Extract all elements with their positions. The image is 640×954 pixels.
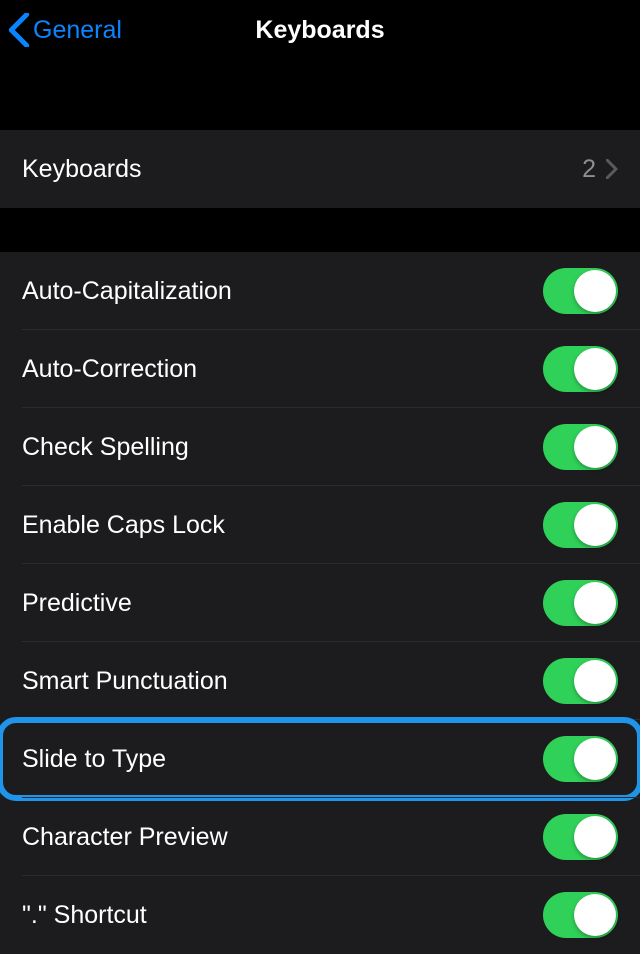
row-label-period-shortcut: "." Shortcut xyxy=(22,901,147,930)
row-keyboards[interactable]: Keyboards 2 xyxy=(0,130,640,208)
row-label-check-spelling: Check Spelling xyxy=(22,433,189,462)
back-label: General xyxy=(33,16,122,45)
row-label-predictive: Predictive xyxy=(22,589,132,618)
row-auto-correction[interactable]: Auto-Correction xyxy=(0,330,640,408)
row-character-preview[interactable]: Character Preview xyxy=(0,798,640,876)
toggle-knob xyxy=(574,660,616,702)
row-label-slide-to-type: Slide to Type xyxy=(22,745,166,774)
row-slide-to-type[interactable]: Slide to Type xyxy=(0,720,640,798)
row-label-keyboards: Keyboards xyxy=(22,155,142,184)
keyboards-count: 2 xyxy=(582,155,596,184)
toggle-smart-punctuation[interactable] xyxy=(543,658,618,704)
row-period-shortcut[interactable]: "." Shortcut xyxy=(0,876,640,954)
row-label-auto-correction: Auto-Correction xyxy=(22,355,197,384)
section-spacer-small xyxy=(0,208,640,252)
page-title: Keyboards xyxy=(255,16,384,45)
toggle-knob xyxy=(574,504,616,546)
row-label-character-preview: Character Preview xyxy=(22,823,228,852)
row-label-auto-capitalization: Auto-Capitalization xyxy=(22,277,232,306)
row-predictive[interactable]: Predictive xyxy=(0,564,640,642)
toggle-knob xyxy=(574,270,616,312)
toggle-auto-correction[interactable] xyxy=(543,346,618,392)
section-spacer xyxy=(0,60,640,130)
toggle-knob xyxy=(574,426,616,468)
toggle-auto-capitalization[interactable] xyxy=(543,268,618,314)
section-keyboards: Keyboards 2 xyxy=(0,130,640,208)
toggle-knob xyxy=(574,816,616,858)
toggle-knob xyxy=(574,582,616,624)
row-auto-capitalization[interactable]: Auto-Capitalization xyxy=(0,252,640,330)
row-check-spelling[interactable]: Check Spelling xyxy=(0,408,640,486)
row-label-enable-caps-lock: Enable Caps Lock xyxy=(22,511,225,540)
row-accessory: 2 xyxy=(582,155,618,184)
row-smart-punctuation[interactable]: Smart Punctuation xyxy=(0,642,640,720)
toggle-predictive[interactable] xyxy=(543,580,618,626)
toggle-knob xyxy=(574,348,616,390)
toggle-knob xyxy=(574,894,616,936)
row-label-smart-punctuation: Smart Punctuation xyxy=(22,667,228,696)
nav-bar: General Keyboards xyxy=(0,0,640,60)
toggle-check-spelling[interactable] xyxy=(543,424,618,470)
chevron-right-icon xyxy=(606,159,618,179)
toggle-period-shortcut[interactable] xyxy=(543,892,618,938)
section-toggles: Auto-Capitalization Auto-Correction Check … xyxy=(0,252,640,954)
chevron-left-icon xyxy=(8,13,30,47)
toggle-character-preview[interactable] xyxy=(543,814,618,860)
toggle-slide-to-type[interactable] xyxy=(543,736,618,782)
back-button[interactable]: General xyxy=(8,13,122,47)
toggle-knob xyxy=(574,738,616,780)
toggle-enable-caps-lock[interactable] xyxy=(543,502,618,548)
row-enable-caps-lock[interactable]: Enable Caps Lock xyxy=(0,486,640,564)
